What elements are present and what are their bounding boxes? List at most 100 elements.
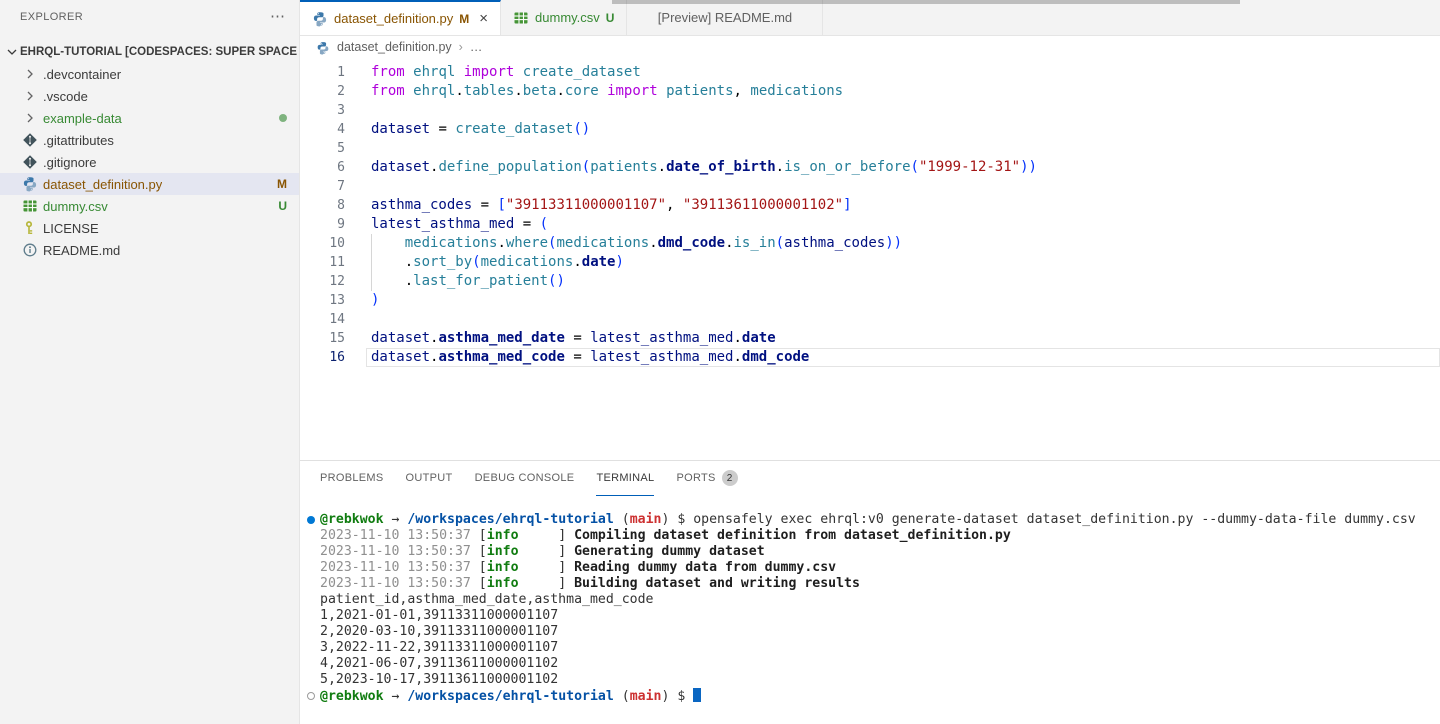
breadcrumb-file[interactable]: dataset_definition.py — [337, 40, 452, 54]
code-line-12[interactable]: 12 .last_for_patient() — [300, 272, 1440, 291]
breadcrumb: dataset_definition.py › … — [300, 36, 1440, 58]
terminal-line-3[interactable]: 2023-11-10 13:50:37 [info ] Generating d… — [320, 544, 1440, 560]
python-icon — [22, 176, 38, 192]
breadcrumb-more[interactable]: … — [470, 40, 483, 54]
line-number: 15 — [300, 329, 345, 348]
csv-icon — [22, 198, 38, 214]
code-text: .last_for_patient() — [371, 272, 565, 291]
terminal-line-5[interactable]: 2023-11-10 13:50:37 [info ] Building dat… — [320, 576, 1440, 592]
file-item-dataset_definition.py[interactable]: dataset_definition.pyM — [0, 173, 299, 195]
code-line-6[interactable]: 6 dataset.define_population(patients.date… — [300, 158, 1440, 177]
line-number: 3 — [300, 101, 345, 120]
gutter-gap — [345, 272, 371, 291]
panel-tab-label: PROBLEMS — [320, 472, 384, 484]
panel-tab-ports[interactable]: PORTS2 — [676, 461, 737, 496]
file-item-dummy.csv[interactable]: dummy.csvU — [0, 195, 299, 217]
code-editor[interactable]: 1from ehrql import create_dataset2from e… — [300, 58, 1440, 460]
folder-item-.devcontainer[interactable]: .devcontainer — [0, 63, 299, 85]
folder-item-.vscode[interactable]: .vscode — [0, 85, 299, 107]
folder-item-example-data[interactable]: example-data — [0, 107, 299, 129]
tab-scrollbar[interactable] — [612, 0, 1240, 4]
python-icon — [316, 40, 330, 54]
file-item-README.md[interactable]: README.md — [0, 239, 299, 261]
code-text: dataset.asthma_med_code = latest_asthma_… — [371, 348, 809, 367]
code-line-3[interactable]: 3 — [300, 101, 1440, 120]
close-icon[interactable]: × — [479, 10, 488, 27]
tab-dataset-definition.py[interactable]: dataset_definition.pyM× — [300, 0, 501, 35]
terminal-line-11[interactable]: 5,2023-10-17,39113611000001102 — [320, 672, 1440, 688]
code-line-14[interactable]: 14 — [300, 310, 1440, 329]
code-line-16[interactable]: 16 dataset.asthma_med_code = latest_asthm… — [300, 348, 1440, 367]
python-icon — [312, 11, 328, 27]
gutter-gap — [345, 291, 371, 310]
panel-tab-debug-console[interactable]: DEBUG CONSOLE — [475, 461, 575, 496]
tab-label: dummy.csv — [535, 10, 600, 25]
file-item-.gitattributes[interactable]: .gitattributes — [0, 129, 299, 151]
terminal-line-2[interactable]: 2023-11-10 13:50:37 [info ] Compiling da… — [320, 528, 1440, 544]
file-label: .devcontainer — [43, 67, 121, 82]
file-label: .vscode — [43, 89, 88, 104]
panel-tab-output[interactable]: OUTPUT — [406, 461, 453, 496]
terminal-line-7[interactable]: 1,2021-01-01,39113311000001107 — [320, 608, 1440, 624]
gutter-gap — [345, 253, 371, 272]
workspace-root-item[interactable]: EHRQL-TUTORIAL [CODESPACES: SUPER SPACE … — [0, 41, 299, 63]
code-text: dataset.define_population(patients.date_… — [371, 158, 1037, 177]
csv-icon — [513, 10, 529, 26]
code-line-5[interactable]: 5 — [300, 139, 1440, 158]
panel-tab-label: DEBUG CONSOLE — [475, 472, 575, 484]
terminal-line-8[interactable]: 2,2020-03-10,39113311000001107 — [320, 624, 1440, 640]
gutter-gap — [345, 101, 371, 120]
file-label: .gitignore — [43, 155, 96, 170]
untracked-dot-badge — [279, 114, 287, 122]
chevron-right-icon — [22, 66, 38, 82]
code-line-11[interactable]: 11 .sort_by(medications.date) — [300, 253, 1440, 272]
panel-tab-label: OUTPUT — [406, 472, 453, 484]
code-line-10[interactable]: 10 medications.where(medications.dmd_cod… — [300, 234, 1440, 253]
file-item-LICENSE[interactable]: LICENSE — [0, 217, 299, 239]
line-number: 11 — [300, 253, 345, 272]
code-line-9[interactable]: 9latest_asthma_med = ( — [300, 215, 1440, 234]
chevron-down-icon — [4, 44, 20, 60]
breadcrumb-separator: › — [459, 40, 463, 54]
panel-tab-terminal[interactable]: TERMINAL — [596, 461, 654, 496]
code-line-15[interactable]: 15dataset.asthma_med_date = latest_asthm… — [300, 329, 1440, 348]
git-icon — [22, 154, 38, 170]
code-line-1[interactable]: 1from ehrql import create_dataset — [300, 63, 1440, 82]
line-number: 6 — [300, 158, 345, 177]
tab-dummy.csv[interactable]: dummy.csv U — [501, 0, 627, 35]
code-line-8[interactable]: 8asthma_codes = ["39113311000001107", "3… — [300, 196, 1440, 215]
git-status-badge: M — [277, 177, 287, 191]
terminal-line-1[interactable]: @rebkwok → /workspaces/ehrql-tutorial (m… — [320, 512, 1440, 528]
git-status-badge: U — [606, 11, 615, 25]
terminal-line-4[interactable]: 2023-11-10 13:50:37 [info ] Reading dumm… — [320, 560, 1440, 576]
line-number: 16 — [300, 348, 345, 367]
file-item-.gitignore[interactable]: .gitignore — [0, 151, 299, 173]
file-label: README.md — [43, 243, 120, 258]
code-line-13[interactable]: 13) — [300, 291, 1440, 310]
more-actions-icon[interactable]: ⋯ — [270, 12, 285, 22]
terminal-line-10[interactable]: 4,2021-06-07,39113611000001102 — [320, 656, 1440, 672]
line-number: 4 — [300, 120, 345, 139]
code-line-2[interactable]: 2from ehrql.tables.beta.core import pati… — [300, 82, 1440, 101]
gutter-gap — [345, 158, 371, 177]
code-text: from ehrql.tables.beta.core import patie… — [371, 82, 843, 101]
line-number: 13 — [300, 291, 345, 310]
code-text: .sort_by(medications.date) — [371, 253, 624, 272]
editor-tab-bar: dataset_definition.pyM×dummy.csvU[Previe… — [300, 0, 1440, 36]
git-status-badge: M — [459, 12, 469, 26]
editor-area: dataset_definition.py M × dummy.csv U [Previe… — [300, 0, 1440, 724]
terminal[interactable]: @rebkwok → /workspaces/ehrql-tutorial (m… — [300, 496, 1440, 704]
code-line-4[interactable]: 4dataset = create_dataset() — [300, 120, 1440, 139]
bottom-panel: PROBLEMS OUTPUT DEBUG CONSOLE TERMINAL PORTS… — [300, 460, 1440, 724]
tab--preview-readme.md[interactable]: [Preview] README.md — [627, 0, 823, 35]
panel-tab-label: PORTS — [676, 472, 715, 484]
workspace-root-label: EHRQL-TUTORIAL [CODESPACES: SUPER SPACE … — [20, 46, 299, 58]
code-line-7[interactable]: 7 — [300, 177, 1440, 196]
gutter-gap — [345, 82, 371, 101]
code-text: asthma_codes = ["39113311000001107", "39… — [371, 196, 852, 215]
tab-label: [Preview] README.md — [658, 10, 792, 25]
terminal-line-9[interactable]: 3,2022-11-22,39113311000001107 — [320, 640, 1440, 656]
terminal-line-6[interactable]: patient_id,asthma_med_date,asthma_med_co… — [320, 592, 1440, 608]
terminal-line-12[interactable]: @rebkwok → /workspaces/ehrql-tutorial (m… — [320, 688, 1440, 704]
panel-tab-problems[interactable]: PROBLEMS — [320, 461, 384, 496]
